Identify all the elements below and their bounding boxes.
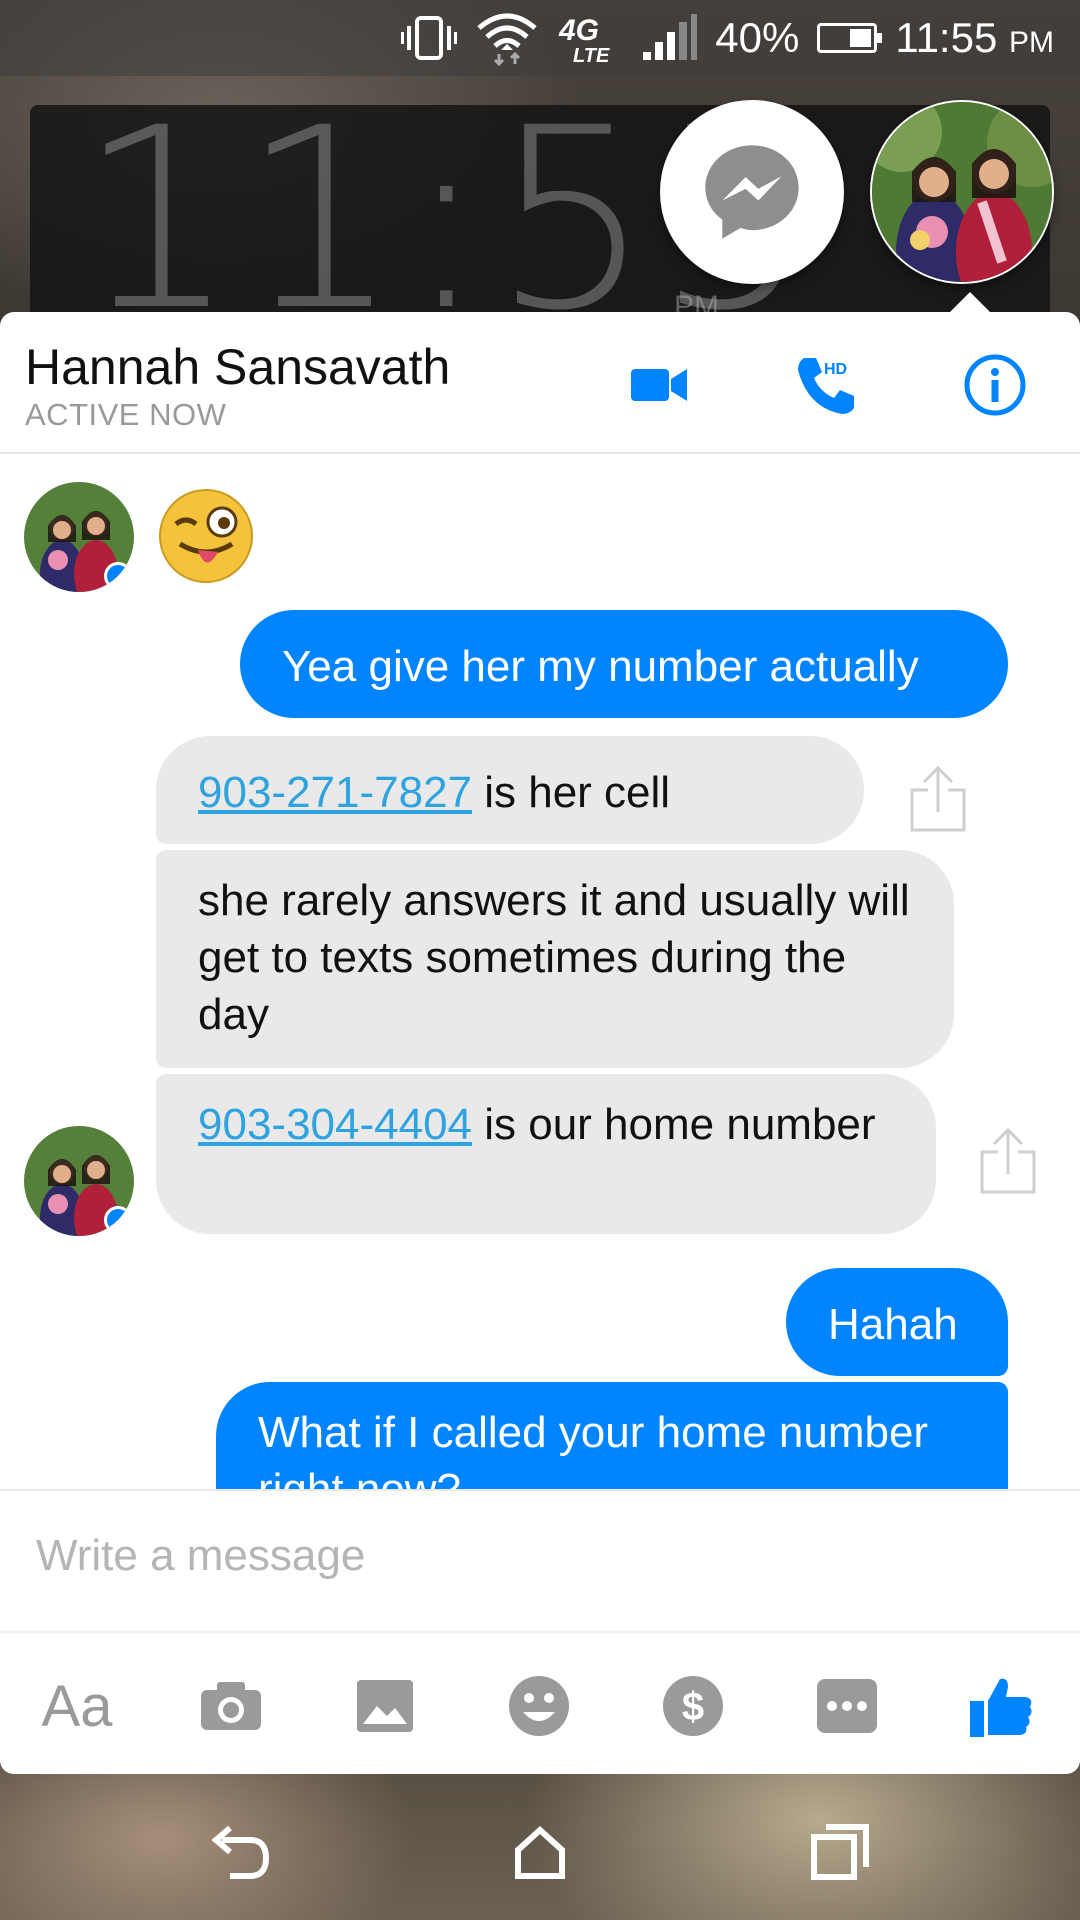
signal-icon — [641, 14, 698, 62]
message-list[interactable]: Yea give her my number actually 903-271-… — [0, 454, 1080, 1489]
gallery-icon — [357, 1680, 413, 1732]
message-input-placeholder[interactable]: Write a message — [36, 1531, 365, 1581]
svg-text:$: $ — [682, 1685, 704, 1729]
message-bubble-outgoing[interactable]: Hahah — [786, 1268, 1008, 1376]
contact-photo — [872, 102, 1052, 282]
video-call-button[interactable] — [624, 350, 694, 420]
phone-link[interactable]: 903-304-4404 — [198, 1100, 472, 1149]
message-bubble-incoming[interactable]: 903-271-7827 is her cell — [156, 736, 864, 844]
home-button[interactable] — [500, 1812, 580, 1892]
wink-tongue-emoji — [158, 488, 254, 584]
svg-text:LTE: LTE — [573, 45, 610, 66]
hd-phone-icon: HD — [798, 358, 854, 414]
gallery-button[interactable] — [340, 1661, 430, 1751]
chat-header: Hannah Sansavath ACTIVE NOW HD — [0, 312, 1080, 454]
composer-toolbar: Aa $ — [0, 1631, 1080, 1774]
navigation-bar — [0, 1774, 1080, 1920]
message-bubble-incoming[interactable]: 903-304-4404 is our home number — [156, 1074, 936, 1234]
contact-avatar[interactable] — [24, 482, 134, 592]
battery-icon — [817, 23, 883, 53]
voice-call-button[interactable]: HD — [792, 350, 862, 420]
battery-percent: 40% — [715, 14, 800, 61]
chat-panel: Hannah Sansavath ACTIVE NOW HD Yea give … — [0, 312, 1080, 1774]
back-icon — [211, 1825, 270, 1879]
emoji-button[interactable] — [494, 1661, 584, 1751]
chathead-pointer — [948, 292, 992, 314]
share-icon — [980, 1127, 1036, 1194]
messenger-icon — [705, 145, 799, 239]
message-bubble-incoming[interactable]: she rarely answers it and usually will g… — [156, 850, 954, 1068]
message-bubble-outgoing[interactable]: What if I called your home number right … — [216, 1382, 1008, 1489]
vibrate-icon — [401, 14, 458, 62]
info-icon — [964, 354, 1026, 416]
messenger-badge-icon — [104, 1206, 132, 1234]
share-button[interactable] — [908, 764, 968, 834]
messenger-chathead[interactable] — [660, 100, 844, 284]
camera-button[interactable] — [186, 1661, 276, 1751]
more-icon — [817, 1679, 877, 1733]
svg-text:4G: 4G — [558, 14, 599, 47]
status-time: 11:55 PM — [895, 14, 1054, 61]
emoji-icon — [509, 1676, 569, 1736]
presence-status: ACTIVE NOW — [25, 397, 227, 432]
recents-icon — [811, 1824, 869, 1880]
wifi-icon — [475, 10, 539, 66]
camera-icon — [201, 1682, 261, 1730]
contact-name[interactable]: Hannah Sansavath — [25, 338, 450, 396]
payment-button[interactable]: $ — [648, 1661, 738, 1751]
more-button[interactable] — [802, 1661, 892, 1751]
message-bubble-outgoing[interactable]: Yea give her my number actually — [240, 610, 1008, 718]
messenger-badge-icon — [104, 562, 132, 590]
text-format-icon: Aa — [41, 1673, 113, 1739]
text-format-button[interactable]: Aa — [32, 1661, 122, 1751]
message-composer[interactable]: Write a message — [0, 1489, 1080, 1631]
contact-chathead[interactable] — [870, 100, 1054, 284]
video-call-icon — [631, 369, 687, 401]
thumbs-up-icon — [970, 1678, 1032, 1737]
share-icon — [910, 765, 966, 832]
recents-button[interactable] — [800, 1812, 880, 1892]
status-bar: 4G LTE 40% 11:55 PM — [0, 0, 1080, 76]
phone-link[interactable]: 903-271-7827 — [198, 768, 472, 817]
like-button[interactable] — [956, 1661, 1046, 1751]
4g-lte-icon: 4G LTE — [557, 10, 623, 66]
contact-avatar[interactable] — [24, 1126, 134, 1236]
back-button[interactable] — [200, 1812, 280, 1892]
payment-icon: $ — [663, 1676, 723, 1736]
share-button[interactable] — [978, 1126, 1038, 1196]
info-button[interactable] — [960, 350, 1030, 420]
svg-text:HD: HD — [824, 361, 847, 378]
home-icon — [515, 1825, 565, 1879]
